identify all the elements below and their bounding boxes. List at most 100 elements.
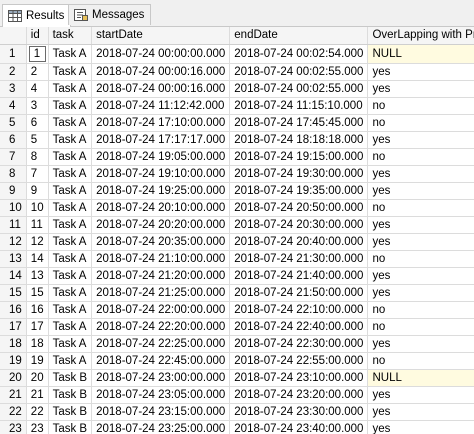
tab-results[interactable]: Results: [2, 4, 72, 27]
cell-id[interactable]: 11: [26, 216, 49, 234]
cell-overlap[interactable]: NULL: [367, 44, 474, 64]
cell-overlap[interactable]: yes: [367, 386, 474, 404]
cell-task[interactable]: Task A: [48, 182, 93, 200]
table-row[interactable]: 1 1 Task A 2018-07-24 00:00:00.000 2018-07-2…: [0, 44, 474, 64]
cell-overlap[interactable]: no: [367, 352, 474, 370]
row-number[interactable]: 1: [0, 44, 27, 64]
cell-id[interactable]: 20: [26, 369, 49, 387]
cell-id[interactable]: 7: [26, 165, 49, 183]
row-number[interactable]: 8: [0, 165, 27, 183]
cell-enddate[interactable]: 2018-07-24 18:18:18.000: [229, 131, 369, 149]
row-number[interactable]: 19: [0, 352, 27, 370]
cell-overlap[interactable]: yes: [367, 63, 474, 81]
cell-enddate[interactable]: 2018-07-24 21:40:00.000: [229, 267, 369, 285]
column-header-overlapping[interactable]: OverLapping with Previous: [367, 27, 474, 45]
table-row[interactable]: 9 9 Task A 2018-07-24 19:25:00.000 2018-07-2…: [0, 182, 474, 200]
results-grid[interactable]: id task startDate endDate OverLapping wi…: [0, 27, 474, 434]
cell-startdate[interactable]: 2018-07-24 21:10:00.000: [91, 250, 231, 268]
cell-enddate[interactable]: 2018-07-24 20:40:00.000: [229, 233, 369, 251]
cell-id[interactable]: 16: [26, 301, 49, 319]
cell-enddate[interactable]: 2018-07-24 17:45:45.000: [229, 114, 369, 132]
table-row[interactable]: 19 19 Task A 2018-07-24 22:45:00.000 2018-07…: [0, 352, 474, 370]
row-number[interactable]: 13: [0, 250, 27, 268]
cell-task[interactable]: Task A: [48, 233, 93, 251]
cell-startdate[interactable]: 2018-07-24 22:45:00.000: [91, 352, 231, 370]
cell-id[interactable]: 8: [26, 148, 49, 166]
cell-task[interactable]: Task A: [48, 97, 93, 115]
cell-startdate[interactable]: 2018-07-24 23:00:00.000: [91, 369, 231, 387]
cell-enddate[interactable]: 2018-07-24 00:02:54.000: [229, 44, 369, 64]
grid-corner[interactable]: [0, 27, 27, 45]
row-number[interactable]: 21: [0, 386, 27, 404]
row-number[interactable]: 9: [0, 182, 27, 200]
cell-overlap[interactable]: no: [367, 114, 474, 132]
cell-overlap[interactable]: yes: [367, 182, 474, 200]
cell-enddate[interactable]: 2018-07-24 00:02:55.000: [229, 80, 369, 98]
selected-cell[interactable]: 1: [28, 45, 46, 62]
cell-startdate[interactable]: 2018-07-24 23:15:00.000: [91, 403, 231, 421]
cell-overlap[interactable]: yes: [367, 420, 474, 434]
cell-id[interactable]: 14: [26, 250, 49, 268]
table-row[interactable]: 20 20 Task B 2018-07-24 23:00:00.000 2018-07…: [0, 369, 474, 387]
cell-startdate[interactable]: 2018-07-24 00:00:16.000: [91, 63, 231, 81]
cell-task[interactable]: Task A: [48, 216, 93, 234]
table-row[interactable]: 21 21 Task B 2018-07-24 23:05:00.000 2018-07…: [0, 386, 474, 404]
cell-task[interactable]: Task A: [48, 131, 93, 149]
cell-startdate[interactable]: 2018-07-24 20:20:00.000: [91, 216, 231, 234]
cell-id[interactable]: 22: [26, 403, 49, 421]
cell-startdate[interactable]: 2018-07-24 00:00:00.000: [91, 44, 231, 64]
cell-startdate[interactable]: 2018-07-24 00:00:16.000: [91, 80, 231, 98]
cell-overlap[interactable]: yes: [367, 216, 474, 234]
table-row[interactable]: 11 11 Task A 2018-07-24 20:20:00.000 2018-07…: [0, 216, 474, 234]
cell-startdate[interactable]: 2018-07-24 17:17:17.000: [91, 131, 231, 149]
cell-enddate[interactable]: 2018-07-24 19:15:00.000: [229, 148, 369, 166]
cell-id[interactable]: 10: [26, 199, 49, 217]
cell-task[interactable]: Task A: [48, 63, 93, 81]
cell-overlap[interactable]: no: [367, 250, 474, 268]
table-row[interactable]: 5 6 Task A 2018-07-24 17:10:00.000 2018-07-2…: [0, 114, 474, 132]
row-number[interactable]: 12: [0, 233, 27, 251]
cell-task[interactable]: Task B: [48, 403, 93, 421]
cell-task[interactable]: Task B: [48, 386, 93, 404]
cell-startdate[interactable]: 2018-07-24 21:25:00.000: [91, 284, 231, 302]
cell-startdate[interactable]: 2018-07-24 21:20:00.000: [91, 267, 231, 285]
cell-startdate[interactable]: 2018-07-24 22:00:00.000: [91, 301, 231, 319]
column-header-startdate[interactable]: startDate: [91, 27, 231, 45]
table-row[interactable]: 14 13 Task A 2018-07-24 21:20:00.000 2018-07…: [0, 267, 474, 285]
cell-startdate[interactable]: 2018-07-24 17:10:00.000: [91, 114, 231, 132]
cell-startdate[interactable]: 2018-07-24 23:05:00.000: [91, 386, 231, 404]
cell-enddate[interactable]: 2018-07-24 22:40:00.000: [229, 318, 369, 336]
cell-startdate[interactable]: 2018-07-24 19:10:00.000: [91, 165, 231, 183]
row-number[interactable]: 11: [0, 216, 27, 234]
row-number[interactable]: 15: [0, 284, 27, 302]
row-number[interactable]: 6: [0, 131, 27, 149]
cell-id[interactable]: 12: [26, 233, 49, 251]
cell-task[interactable]: Task A: [48, 80, 93, 98]
row-number[interactable]: 17: [0, 318, 27, 336]
table-row[interactable]: 12 12 Task A 2018-07-24 20:35:00.000 2018-07…: [0, 233, 474, 251]
table-row[interactable]: 23 23 Task B 2018-07-24 23:25:00.000 2018-07…: [0, 420, 474, 434]
cell-enddate[interactable]: 2018-07-24 22:30:00.000: [229, 335, 369, 353]
cell-enddate[interactable]: 2018-07-24 23:40:00.000: [229, 420, 369, 434]
row-number[interactable]: 5: [0, 114, 27, 132]
cell-startdate[interactable]: 2018-07-24 19:25:00.000: [91, 182, 231, 200]
table-row[interactable]: 4 3 Task A 2018-07-24 11:12:42.000 2018-07-2…: [0, 97, 474, 115]
cell-task[interactable]: Task A: [48, 199, 93, 217]
table-row[interactable]: 6 5 Task A 2018-07-24 17:17:17.000 2018-07-2…: [0, 131, 474, 149]
table-row[interactable]: 22 22 Task B 2018-07-24 23:15:00.000 2018-07…: [0, 403, 474, 421]
cell-enddate[interactable]: 2018-07-24 21:50:00.000: [229, 284, 369, 302]
cell-id[interactable]: 4: [26, 80, 49, 98]
cell-task[interactable]: Task A: [48, 267, 93, 285]
row-number[interactable]: 14: [0, 267, 27, 285]
cell-task[interactable]: Task B: [48, 420, 93, 434]
cell-id[interactable]: 23: [26, 420, 49, 434]
cell-overlap[interactable]: yes: [367, 403, 474, 421]
table-row[interactable]: 2 2 Task A 2018-07-24 00:00:16.000 2018-07-2…: [0, 63, 474, 81]
row-number[interactable]: 20: [0, 369, 27, 387]
cell-startdate[interactable]: 2018-07-24 11:12:42.000: [91, 97, 231, 115]
cell-overlap[interactable]: no: [367, 199, 474, 217]
cell-id[interactable]: 3: [26, 97, 49, 115]
cell-task[interactable]: Task A: [48, 114, 93, 132]
table-row[interactable]: 18 18 Task A 2018-07-24 22:25:00.000 2018-07…: [0, 335, 474, 353]
table-row[interactable]: 7 8 Task A 2018-07-24 19:05:00.000 2018-07-2…: [0, 148, 474, 166]
